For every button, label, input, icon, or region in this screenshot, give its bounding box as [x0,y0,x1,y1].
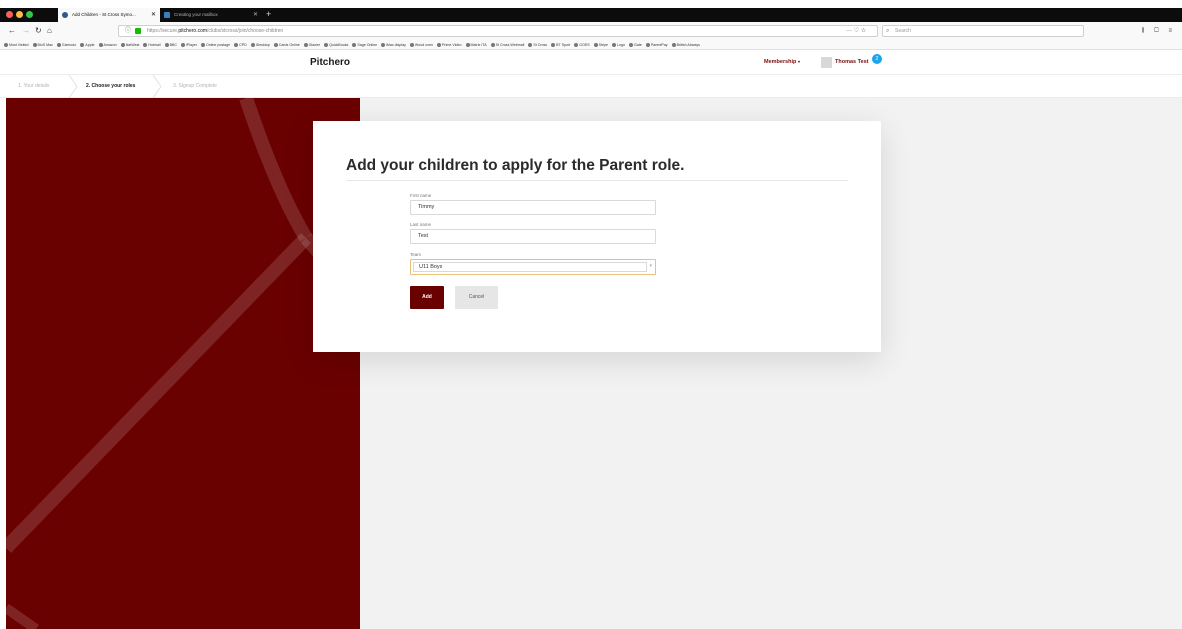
bookmark-item[interactable]: BT Sport [551,40,570,49]
membership-label: Membership [764,59,797,65]
bookmark-item[interactable]: NatWest [121,40,140,49]
bookmark-item[interactable]: St Cross [528,40,547,49]
search-placeholder: Search [895,28,911,34]
reload-icon[interactable]: ↻ [35,25,42,37]
bookmark-item[interactable]: British Airways [672,40,700,49]
url-bar[interactable]: ⓘ https://secure.pitchero.com/clubs/stcr… [118,25,878,37]
bookmark-item[interactable]: iMac display [381,40,406,49]
bookmark-item[interactable]: Hotmail [143,40,160,49]
team-label: Team [410,252,422,257]
first-name-label: First name [410,193,432,198]
bookmark-item[interactable]: Stripe [594,40,608,49]
tab-close-icon[interactable]: ✕ [151,8,156,22]
minimize-window-icon[interactable] [16,11,23,18]
add-children-card: Add your children to apply for the Paren… [313,121,881,352]
close-window-icon[interactable] [6,11,13,18]
bookmark-item[interactable]: Wood oven [410,40,433,49]
maximize-window-icon[interactable] [26,11,33,18]
step-separator-icon [152,75,162,98]
bookmark-item[interactable]: BloS Mac [33,40,53,49]
bookmark-item[interactable]: Matrix ITA [466,40,487,49]
tab-title: Creating your mailbox [174,12,218,17]
page-title: Add your children to apply for the Paren… [346,157,685,174]
new-tab-icon[interactable]: + [266,8,271,22]
team-select[interactable]: U11 Boys ▾ [410,259,656,275]
navigation-toolbar: ← → ↻ ⌂ ⓘ https://secure.pitchero.com/cl… [0,22,1182,40]
mail-favicon-icon [164,12,170,18]
add-button[interactable]: Add [410,286,444,309]
url-prefix: https://secure. [147,28,179,34]
cancel-button[interactable]: Cancel [455,286,498,309]
step-your-details[interactable]: 1. Your details [18,83,49,89]
search-icon: ⌕ [886,28,890,34]
chevron-down-icon: ▾ [649,263,652,269]
bookmark-item[interactable]: Amazon [99,40,117,49]
last-name-label: Last name [410,222,432,227]
bookmark-item[interactable]: Sage Online [352,40,377,49]
first-name-field[interactable]: Timmy [410,200,656,215]
bookmark-item[interactable]: Online postage [201,40,230,49]
search-input[interactable]: ⌕ Search [882,25,1084,37]
step-signup-complete: 3. Signup Complete [173,83,217,89]
bookmark-item[interactable]: Glacier [304,40,320,49]
bookmark-item[interactable]: Logo [612,40,625,49]
tab-creating-mailbox[interactable]: Creating your mailbox ✕ [160,8,262,22]
library-sidebar-menu-icons[interactable]: ⫼ ▢ ≡ [1142,25,1176,37]
last-name-field[interactable]: Test [410,229,656,244]
bookmark-item[interactable]: iDesktop [251,40,270,49]
pitchero-logo[interactable]: Pitchero [310,57,350,68]
window-titlebar [0,0,1182,8]
decorative-lines [6,98,360,629]
bookmark-item[interactable]: Prime Video [437,40,462,49]
bookmark-item[interactable]: QuickBooks [324,40,348,49]
bookmark-item[interactable]: Gizmodo [57,40,76,49]
bookmark-item[interactable]: CPD [234,40,247,49]
brand-panel [6,98,360,629]
tab-add-children[interactable]: Add Children - St Cross Symo... ✕ [58,8,160,22]
url-host: pitchero.com [178,28,208,34]
back-icon[interactable]: ← [8,25,16,37]
divider [346,180,848,181]
user-name[interactable]: Thomas Test [835,59,869,65]
team-select-value: U11 Boys [413,262,647,272]
home-icon[interactable]: ⌂ [47,25,52,37]
bookmark-item[interactable]: GOES [574,40,589,49]
page-actions-icon[interactable]: ··· ♡ ☆ [846,25,866,37]
bookmark-item[interactable]: iPlayer [181,40,197,49]
bookmark-item[interactable]: Apple [80,40,94,49]
tab-title: Add Children - St Cross Symo... [72,12,136,17]
bookmark-item[interactable]: Cards Online [274,40,300,49]
forward-icon[interactable]: → [22,25,30,37]
bookmark-item[interactable]: BBC [165,40,177,49]
bookmark-item[interactable]: ParentPay [646,40,668,49]
tab-strip: Add Children - St Cross Symo... ✕ Creati… [0,8,1182,22]
site-header: Pitchero Membership ▾ Thomas Test 2 [0,51,1182,75]
bookmark-item[interactable]: Gate [629,40,642,49]
membership-menu[interactable]: Membership ▾ [764,59,800,65]
notification-badge[interactable]: 2 [872,54,882,64]
info-icon[interactable]: ⓘ [125,26,131,36]
chevron-down-icon: ▾ [797,59,800,64]
pitchero-favicon-icon [62,12,68,18]
url-path: /clubs/stcross/join/choose-children [207,28,284,34]
bookmark-item[interactable]: Most Visited [4,40,29,49]
avatar[interactable] [821,57,832,68]
lock-icon[interactable] [135,28,141,34]
signup-steps: 1. Your details 2. Choose your roles 3. … [0,75,1182,98]
step-choose-roles[interactable]: 2. Choose your roles [86,83,135,89]
bookmark-item[interactable]: St Cross Webmail [491,40,525,49]
step-separator-icon [68,75,78,98]
tab-close-icon[interactable]: ✕ [253,8,258,22]
bookmarks-toolbar: Most Visited BloS Mac Gizmodo Apple Amazon Na… [0,40,1182,50]
